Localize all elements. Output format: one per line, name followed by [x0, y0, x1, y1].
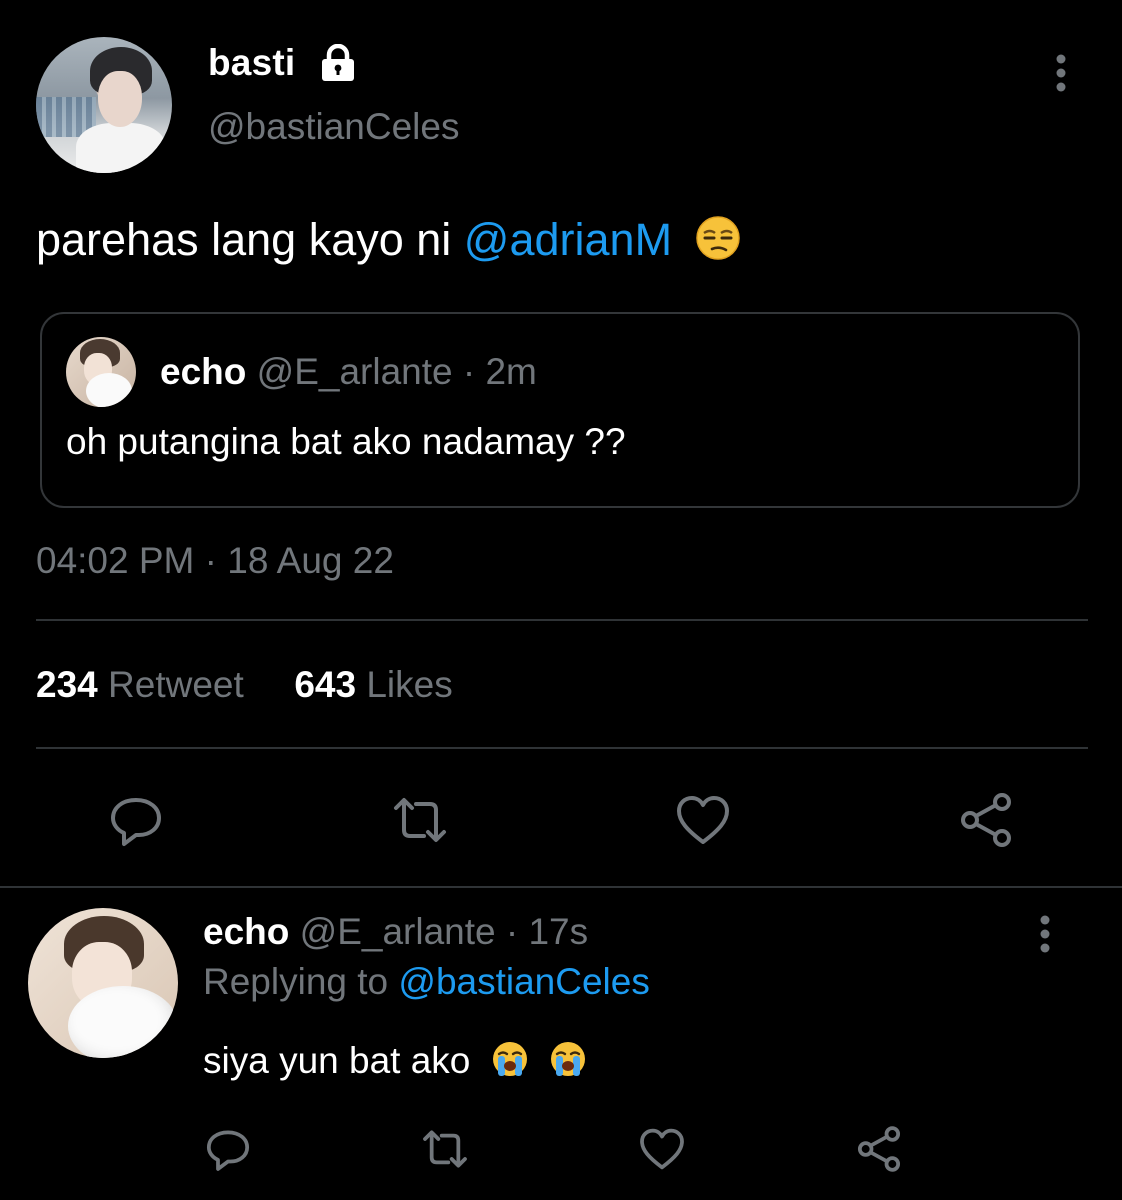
- reply-time: · 17s: [505, 911, 589, 952]
- quoted-tweet-text: oh putangina bat ako nadamay ??: [66, 421, 626, 462]
- like-button[interactable]: [673, 790, 733, 850]
- quoted-tweet-time: · 2m: [462, 351, 537, 392]
- quoted-tweet-meta: echo @E_arlante · 2m: [160, 351, 537, 393]
- retweet-icon: [394, 798, 446, 842]
- heart-icon: [677, 796, 729, 844]
- reply-meta: echo @E_arlante · 17s: [203, 911, 588, 953]
- quoted-author-avatar[interactable]: [66, 337, 136, 407]
- reply-like-button[interactable]: [637, 1124, 687, 1174]
- retweet-icon: [423, 1130, 467, 1168]
- reply-text-body: siya yun bat ako: [203, 1040, 471, 1081]
- divider: [0, 886, 1122, 888]
- share-icon: [857, 1126, 901, 1172]
- retweet-stat[interactable]: 234 Retweet: [36, 664, 244, 705]
- author-handle[interactable]: @bastianCeles: [208, 106, 459, 148]
- more-vertical-icon[interactable]: [1028, 914, 1062, 954]
- replying-to-handle[interactable]: @bastianCeles: [398, 961, 649, 1002]
- loudly-crying-face-emoji-icon: [550, 1042, 585, 1076]
- reply-author-handle[interactable]: @E_arlante: [300, 911, 496, 952]
- tweet-text-body: parehas lang kayo ni: [36, 214, 464, 265]
- reply-author-avatar[interactable]: [28, 908, 178, 1058]
- heart-icon: [640, 1128, 684, 1170]
- mention-link[interactable]: @adrianM: [464, 214, 672, 265]
- replying-to-label: Replying to: [203, 961, 389, 1002]
- tweet-text: parehas lang kayo ni @adrianM: [36, 214, 741, 266]
- quoted-author-name[interactable]: echo: [160, 351, 246, 392]
- unamused-face-emoji-icon: [695, 216, 740, 260]
- share-icon: [961, 793, 1011, 847]
- retweet-count: 234: [36, 664, 98, 705]
- likes-label: Likes: [366, 664, 453, 705]
- divider: [36, 619, 1088, 621]
- retweet-button[interactable]: [390, 790, 450, 850]
- divider: [36, 747, 1088, 749]
- loudly-crying-face-emoji-icon: [492, 1042, 527, 1076]
- reply-icon: [206, 1130, 250, 1171]
- tweet-stats: 234 Retweet 643 Likes: [36, 664, 453, 706]
- reply-button[interactable]: [106, 790, 166, 850]
- replying-to: Replying to @bastianCeles: [203, 961, 650, 1003]
- more-vertical-icon[interactable]: [1044, 52, 1078, 94]
- author-name[interactable]: basti: [208, 42, 295, 84]
- quoted-tweet-card[interactable]: [40, 312, 1080, 508]
- share-button[interactable]: [956, 790, 1016, 850]
- reply-text: siya yun bat ako: [203, 1040, 587, 1082]
- reply-retweet-button[interactable]: [420, 1124, 470, 1174]
- retweet-label: Retweet: [108, 664, 244, 705]
- reply-reply-button[interactable]: [203, 1124, 253, 1174]
- quoted-author-handle[interactable]: @E_arlante: [257, 351, 453, 392]
- reply-icon: [111, 798, 161, 846]
- reply-share-button[interactable]: [854, 1124, 904, 1174]
- likes-count: 643: [294, 664, 357, 705]
- author-avatar[interactable]: [36, 37, 172, 173]
- reply-author-name[interactable]: echo: [203, 911, 289, 952]
- tweet-timestamp: 04:02 PM · 18 Aug 22: [36, 540, 394, 581]
- likes-stat[interactable]: 643 Likes: [294, 664, 452, 705]
- lock-icon: [322, 44, 354, 81]
